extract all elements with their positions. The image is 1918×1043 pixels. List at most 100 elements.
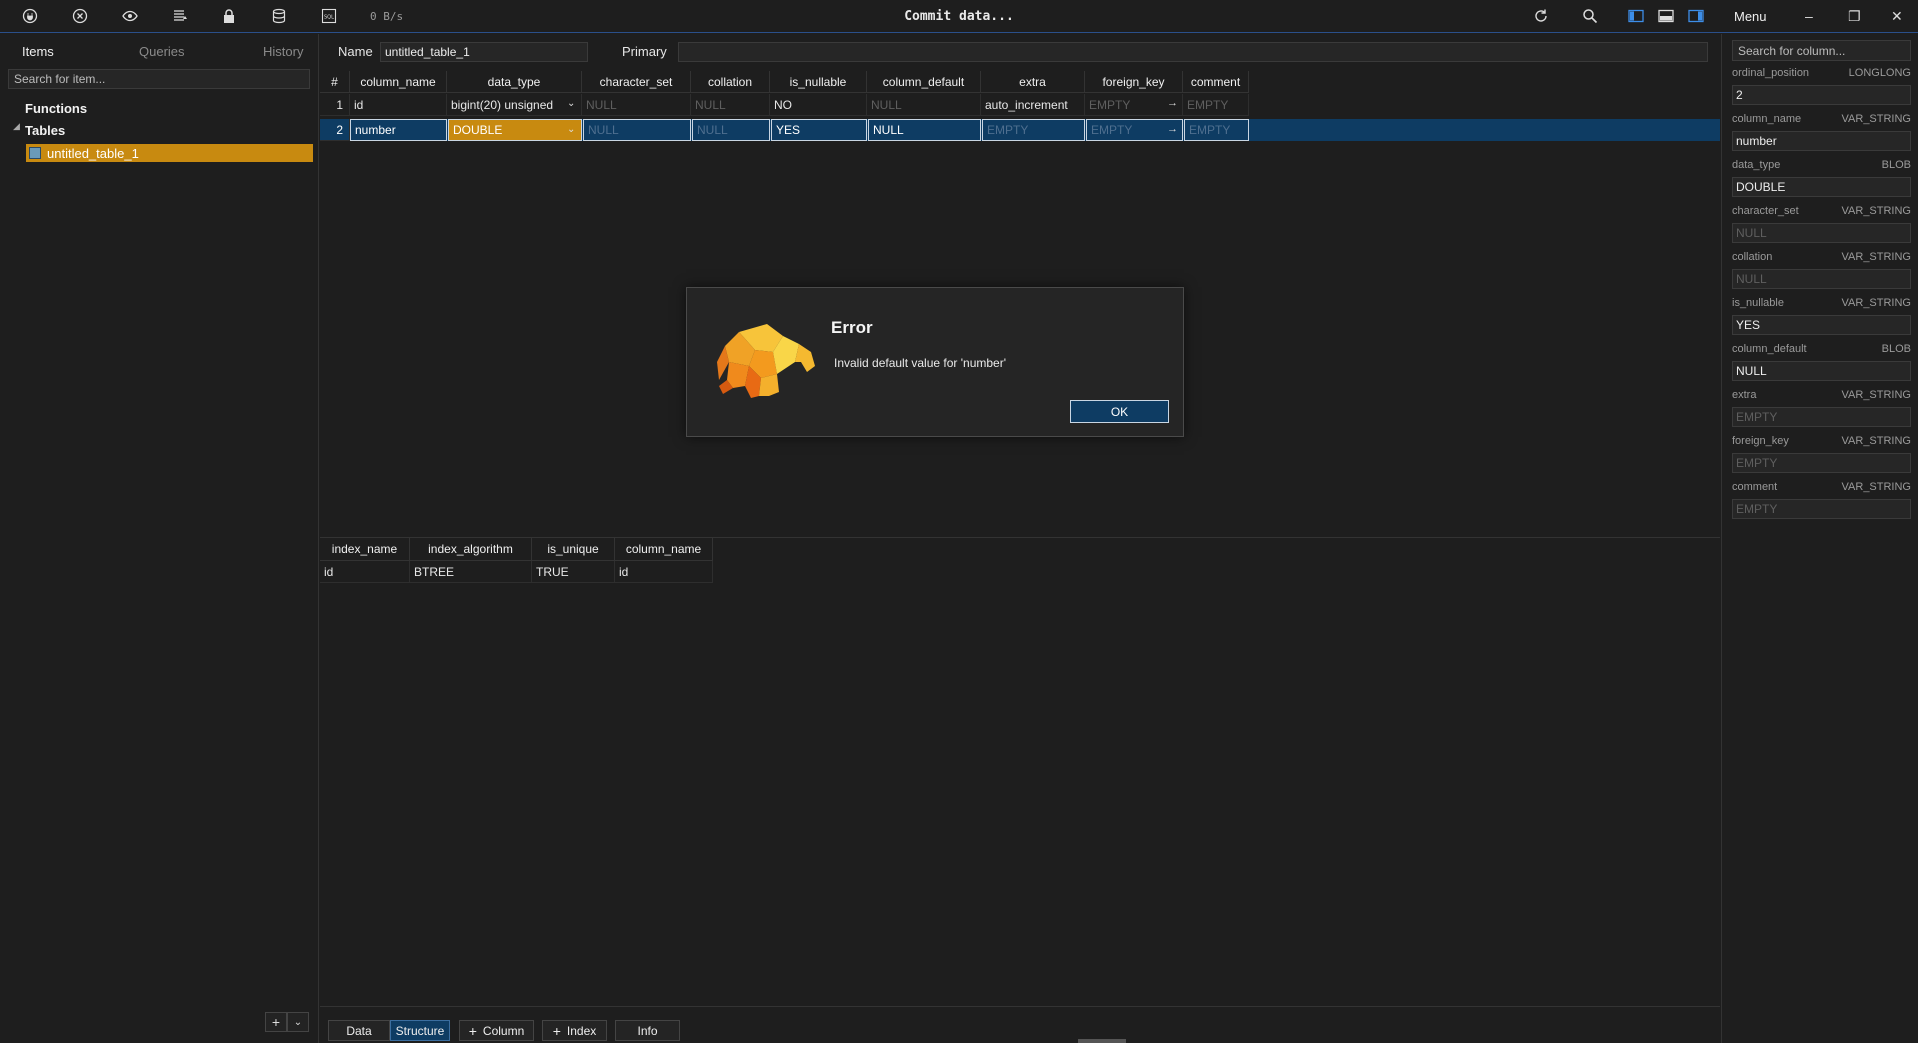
table-name-input[interactable]: untitled_table_1 [380,42,588,62]
col-header-comment[interactable]: comment [1183,71,1249,93]
cell-is-nullable[interactable]: YES [771,119,867,141]
field-value[interactable]: NULL [1732,223,1911,243]
field-value[interactable]: number [1732,131,1911,151]
lock-icon[interactable] [219,6,239,26]
cell-column-default[interactable]: NULL [868,119,981,141]
restore-icon[interactable]: ❐ [1848,8,1861,25]
top-toolbar: SQL 0 B/s Commit data... Menu – ❐ ✕ [0,0,1918,33]
cell-column-name[interactable]: id [350,94,447,116]
add-index-button[interactable]: + Index [542,1020,607,1041]
field-value[interactable]: EMPTY [1732,453,1911,473]
layout-right-icon[interactable] [1686,6,1706,26]
idx-header-index-name[interactable]: index_name [320,537,410,561]
cell-is-nullable[interactable]: NO [770,94,867,116]
cell-comment[interactable]: EMPTY [1184,119,1249,141]
arrow-right-icon[interactable]: → [1167,97,1178,109]
idx-header-is-unique[interactable]: is_unique [532,537,615,561]
search-icon[interactable] [1580,6,1600,26]
field-value[interactable]: DOUBLE [1732,177,1911,197]
cell-data-type[interactable]: bigint(20) unsigned ⌄ [447,94,582,116]
field-value[interactable]: 2 [1732,85,1911,105]
layout-bottom-icon[interactable] [1656,6,1676,26]
col-header-foreign-key[interactable]: foreign_key [1085,71,1183,93]
tab-items[interactable]: Items [22,44,54,59]
dialog-title: Error [831,318,873,337]
field-type: VAR_STRING [1841,389,1911,401]
cell-foreign-key[interactable]: EMPTY → [1086,119,1183,141]
field-label: character_set [1732,205,1799,217]
close-icon[interactable]: ✕ [1891,8,1903,25]
add-column-button[interactable]: + Column [459,1020,534,1041]
table-icon [29,147,41,159]
field-collation: collation VAR_STRING NULL [1732,251,1911,289]
transfer-speed: 0 B/s [370,10,404,23]
tab-info[interactable]: Info [615,1020,680,1041]
plug-icon[interactable] [20,6,40,26]
cell-collation[interactable]: NULL [692,119,770,141]
cell-collation[interactable]: NULL [691,94,770,116]
cell-extra[interactable]: EMPTY [982,119,1085,141]
field-value[interactable]: EMPTY [1732,407,1911,427]
tree-tables[interactable]: Tables [25,123,65,138]
col-header-column-default[interactable]: column_default [867,71,981,93]
row-number[interactable]: 1 [320,94,350,116]
database-icon[interactable] [269,6,289,26]
filter-list-icon[interactable] [170,6,190,26]
field-value[interactable]: NULL [1732,361,1911,381]
field-value[interactable]: EMPTY [1732,499,1911,519]
row-number[interactable]: 2 [320,119,350,141]
col-header-is-nullable[interactable]: is_nullable [770,71,867,93]
tab-structure[interactable]: Structure [390,1020,450,1041]
idx-header-index-algorithm[interactable]: index_algorithm [410,537,532,561]
refresh-icon[interactable] [1531,6,1551,26]
dialog-message: Invalid default value for 'number' [834,356,1007,370]
ok-button[interactable]: OK [1070,400,1169,423]
cell-column-default[interactable]: NULL [867,94,981,116]
col-header-num[interactable]: # [320,71,350,93]
idx-cell-is-unique[interactable]: TRUE [532,561,615,583]
tree-functions[interactable]: Functions [25,101,87,116]
cell-foreign-key[interactable]: EMPTY → [1085,94,1183,116]
tree-table-untitled[interactable]: untitled_table_1 [26,144,313,162]
idx-cell-index-algorithm[interactable]: BTREE [410,561,532,583]
column-search-input[interactable]: Search for column... [1732,40,1911,61]
sql-icon[interactable]: SQL [319,6,339,26]
arrow-right-icon[interactable]: → [1167,123,1178,135]
item-search-input[interactable]: Search for item... [8,69,310,89]
chevron-down-icon[interactable]: ⌄ [567,124,577,135]
tab-queries[interactable]: Queries [139,44,185,59]
horizontal-scrollbar[interactable] [1078,1039,1126,1043]
cell-data-type-editing[interactable]: DOUBLE ⌄ [448,119,582,141]
layout-left-icon[interactable] [1626,6,1646,26]
cell-character-set[interactable]: NULL [583,119,691,141]
minimize-icon[interactable]: – [1805,8,1813,24]
primary-key-input[interactable] [678,42,1708,62]
close-circle-icon[interactable] [70,6,90,26]
col-header-data-type[interactable]: data_type [447,71,582,93]
eye-icon[interactable] [120,6,140,26]
field-label: extra [1732,389,1757,401]
col-header-extra[interactable]: extra [981,71,1085,93]
idx-header-column-name[interactable]: column_name [615,537,713,561]
add-dropdown-button[interactable]: ⌄ [287,1012,309,1032]
field-type: VAR_STRING [1841,205,1911,217]
field-value[interactable]: NULL [1732,269,1911,289]
cell-comment[interactable]: EMPTY [1183,94,1249,116]
idx-cell-index-name[interactable]: id [320,561,410,583]
cell-extra[interactable]: auto_increment [981,94,1085,116]
tree-expand-icon[interactable]: ◢ [13,121,20,132]
chevron-down-icon[interactable]: ⌄ [567,98,577,109]
col-header-character-set[interactable]: character_set [582,71,691,93]
col-header-collation[interactable]: collation [691,71,770,93]
cell-character-set[interactable]: NULL [582,94,691,116]
field-value[interactable]: YES [1732,315,1911,335]
col-header-column-name[interactable]: column_name [350,71,447,93]
field-type: VAR_STRING [1841,435,1911,447]
idx-cell-column-name[interactable]: id [615,561,713,583]
menu-button[interactable]: Menu [1734,9,1767,24]
cell-column-name[interactable]: number [350,119,447,141]
field-type: BLOB [1881,343,1911,355]
add-item-button[interactable]: + [265,1012,287,1032]
tab-data[interactable]: Data [328,1020,390,1041]
tab-history[interactable]: History [263,44,303,59]
